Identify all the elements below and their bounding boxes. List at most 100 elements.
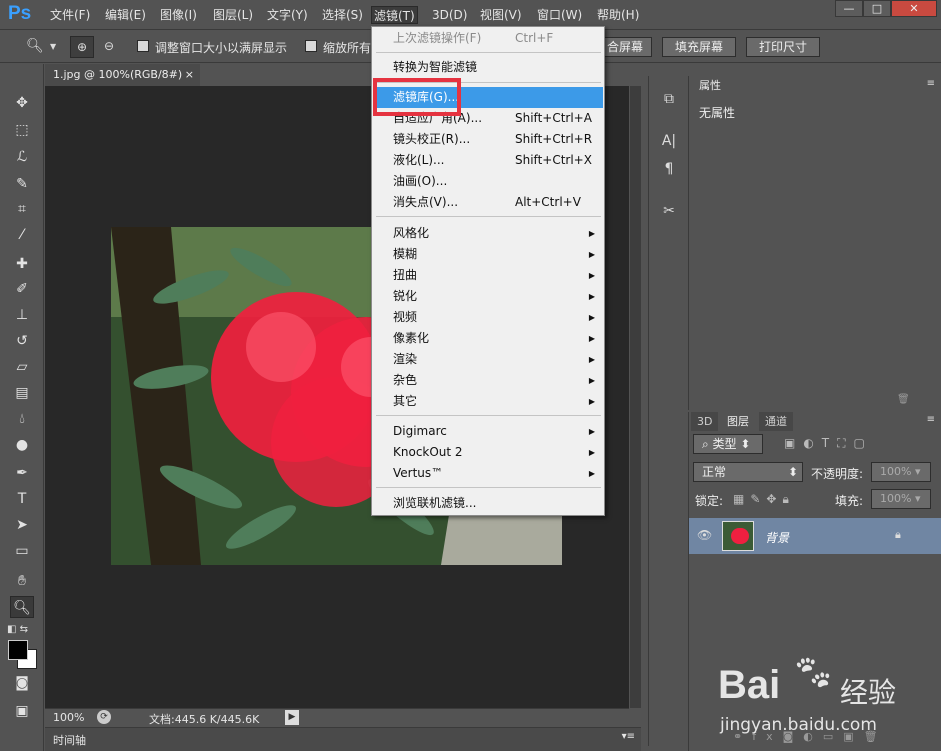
type-tool-icon[interactable]: T: [10, 488, 34, 510]
lock-icons[interactable]: ▦✎✥🔒︎: [733, 492, 795, 507]
menu-item-video[interactable]: 视频 ▶: [374, 307, 603, 328]
history-brush-icon[interactable]: ↺: [10, 330, 34, 352]
menu-item-stylize[interactable]: 风格化 ▶: [374, 223, 603, 244]
menu-edit[interactable]: 编辑(E): [103, 6, 148, 24]
menu-item-other[interactable]: 其它 ▶: [374, 391, 603, 412]
tab-3d[interactable]: 3D: [691, 412, 719, 431]
screen-mode-icon[interactable]: ▣: [10, 700, 34, 722]
export-icon[interactable]: ⟳: [97, 710, 111, 724]
layer-filter-select[interactable]: ⌕ 类型 ⬍: [693, 434, 763, 454]
vertical-scrollbar[interactable]: [630, 86, 641, 708]
submenu-arrow-icon: ▶: [588, 376, 595, 385]
fill-screen-button[interactable]: 填充屏幕: [662, 37, 736, 57]
timeline-tab[interactable]: 时间轴: [53, 732, 86, 748]
move-tool-icon[interactable]: ✥: [10, 92, 34, 114]
healing-brush-icon[interactable]: ✚: [10, 253, 34, 275]
menu-item-vertus[interactable]: Vertus™ ▶: [374, 463, 603, 484]
clone-stamp-icon[interactable]: ⊥: [10, 304, 34, 326]
panel-menu-icon[interactable]: ≡: [927, 78, 935, 89]
resize-windows-checkbox[interactable]: [137, 40, 149, 52]
maximize-button[interactable]: □: [863, 0, 891, 17]
menu-item-blur[interactable]: 模糊 ▶: [374, 244, 603, 265]
pen-tool-icon[interactable]: ✒: [10, 462, 34, 484]
brush-tool-icon[interactable]: ✐: [10, 278, 34, 300]
rectangle-tool-icon[interactable]: ▭: [10, 540, 34, 562]
history-panel-icon[interactable]: ⧉: [657, 88, 681, 110]
layer-name[interactable]: 背景: [765, 529, 789, 546]
panel-menu-icon[interactable]: ≡: [927, 414, 935, 425]
eyedropper-tool-icon[interactable]: ⁄: [10, 224, 34, 246]
print-size-button[interactable]: 打印尺寸: [746, 37, 820, 57]
opacity-field[interactable]: 100% ▾: [871, 462, 931, 482]
submenu-arrow-icon: ▶: [588, 334, 595, 343]
eraser-tool-icon[interactable]: ▱: [10, 356, 34, 378]
marquee-tool-icon[interactable]: ⬚: [10, 119, 34, 141]
menu-view[interactable]: 视图(V): [478, 6, 524, 24]
chevron-down-icon[interactable]: ▼: [50, 42, 56, 51]
paragraph-panel-icon[interactable]: ¶: [657, 158, 681, 180]
menu-item-oil-paint[interactable]: 油画(O)...: [374, 171, 603, 192]
play-arrow-icon[interactable]: ▶: [285, 710, 299, 725]
zoom-level[interactable]: 100%: [53, 711, 84, 724]
lasso-tool-icon[interactable]: ℒ: [10, 146, 34, 168]
tab-layers[interactable]: 图层: [721, 412, 755, 431]
zoom-out-icon[interactable]: ⊖: [97, 36, 121, 58]
menu-item-browse-online[interactable]: 浏览联机滤镜...: [374, 493, 603, 514]
menu-file[interactable]: 文件(F): [48, 6, 92, 24]
fill-label: 填充:: [835, 494, 864, 508]
menu-image[interactable]: 图像(I): [158, 6, 199, 24]
menu-item-smart-filter[interactable]: 转换为智能滤镜: [374, 57, 603, 78]
foreground-color-swatch[interactable]: [8, 640, 28, 660]
menu-3d[interactable]: 3D(D): [430, 6, 469, 24]
minimize-button[interactable]: —: [835, 0, 863, 17]
menu-select[interactable]: 选择(S): [320, 6, 365, 24]
menu-item-lens-correction[interactable]: 镜头校正(R)... Shift+Ctrl+R: [374, 129, 603, 150]
menu-item-vanishing-point[interactable]: 消失点(V)... Alt+Ctrl+V: [374, 192, 603, 213]
eye-icon[interactable]: 👁︎: [697, 528, 712, 542]
menu-item-noise[interactable]: 杂色 ▶: [374, 370, 603, 391]
menu-help[interactable]: 帮助(H): [595, 6, 641, 24]
quick-select-tool-icon[interactable]: ✎: [10, 173, 34, 195]
menu-item-sharpen[interactable]: 锐化 ▶: [374, 286, 603, 307]
dodge-tool-icon[interactable]: ●: [10, 434, 34, 456]
menu-item-distort[interactable]: 扭曲 ▶: [374, 265, 603, 286]
fill-field[interactable]: 100% ▾: [871, 489, 931, 509]
blur-tool-icon[interactable]: 💧︎: [10, 408, 34, 430]
blend-mode-select[interactable]: 正常 ⬍: [693, 462, 803, 482]
menu-item-render[interactable]: 渲染 ▶: [374, 349, 603, 370]
resize-windows-label: 调整窗口大小以满屏显示: [155, 41, 288, 55]
crop-tool-icon[interactable]: ⌗: [10, 198, 34, 220]
path-select-icon[interactable]: ➤: [10, 514, 34, 536]
menu-item-liquify[interactable]: 液化(L)... Shift+Ctrl+X: [374, 150, 603, 171]
menu-window[interactable]: 窗口(W): [535, 6, 584, 24]
menu-filter[interactable]: 滤镜(T): [371, 6, 418, 24]
timeline-panel[interactable]: 时间轴 ▾≡: [45, 727, 641, 751]
hand-tool-icon[interactable]: ✋︎: [10, 570, 34, 592]
menu-item-digimarc[interactable]: Digimarc ▶: [374, 421, 603, 442]
fit-screen-button[interactable]: 合屏幕: [598, 37, 652, 57]
menu-item-last-filter[interactable]: 上次滤镜操作(F) Ctrl+F: [374, 28, 603, 49]
menu-item-pixelate[interactable]: 像素化 ▶: [374, 328, 603, 349]
panel-menu-icon[interactable]: ▾≡: [622, 731, 635, 742]
tool-presets-icon[interactable]: ✂: [657, 200, 681, 222]
delete-icon[interactable]: 🗑︎: [897, 394, 910, 405]
zoom-tool-icon[interactable]: 🔍︎: [10, 596, 34, 618]
document-tab[interactable]: 1.jpg @ 100%(RGB/8#) ×: [45, 64, 200, 86]
layer-row[interactable]: 👁︎ 背景 🔒︎: [689, 518, 941, 554]
quick-mask-icon[interactable]: ◙: [10, 672, 34, 694]
gradient-tool-icon[interactable]: ▤: [10, 382, 34, 404]
submenu-arrow-icon: ▶: [588, 271, 595, 280]
zoom-tool-icon[interactable]: 🔍︎: [26, 38, 44, 54]
tab-properties[interactable]: 属性: [693, 76, 727, 95]
menu-item-knockout[interactable]: KnockOut 2 ▶: [374, 442, 603, 463]
close-button[interactable]: ✕: [891, 0, 937, 17]
menu-type[interactable]: 文字(Y): [265, 6, 310, 24]
filter-icons[interactable]: ▣◐T⛶▢: [784, 436, 873, 451]
tab-channels[interactable]: 通道: [759, 412, 793, 431]
close-tab-icon[interactable]: ×: [185, 64, 194, 86]
menu-layer[interactable]: 图层(L): [211, 6, 255, 24]
default-colors-icon[interactable]: ◧ ⇆: [7, 624, 28, 635]
zoom-in-icon[interactable]: ⊕: [70, 36, 94, 58]
zoom-all-checkbox[interactable]: [305, 40, 317, 52]
character-panel-icon[interactable]: A|: [657, 130, 681, 152]
